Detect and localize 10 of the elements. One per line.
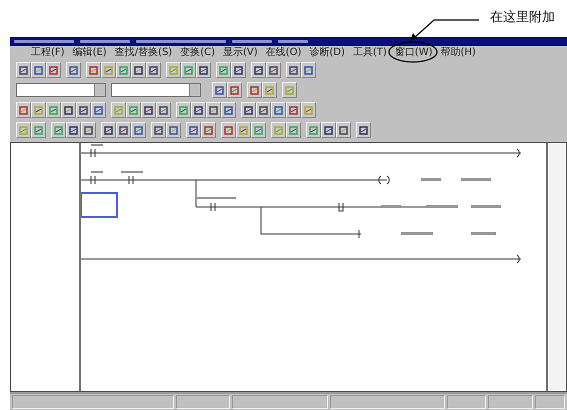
menu-item[interactable]: 帮助(H) xyxy=(438,47,479,59)
menu-item[interactable]: 变换(C) xyxy=(177,47,218,59)
menu-item[interactable]: 查找/替换(S) xyxy=(112,47,176,59)
annotation-label: 在这里附加 xyxy=(490,9,555,26)
menu-item[interactable]: 工程(F) xyxy=(28,47,68,59)
menu-item[interactable]: 工具(T) xyxy=(350,47,390,59)
menu-item[interactable]: 诊断(D) xyxy=(306,47,348,59)
menu-item[interactable]: 显示(V) xyxy=(220,47,261,59)
menu-item[interactable]: 编辑(E) xyxy=(70,47,110,59)
menu-item[interactable]: 在线(O) xyxy=(262,47,304,59)
